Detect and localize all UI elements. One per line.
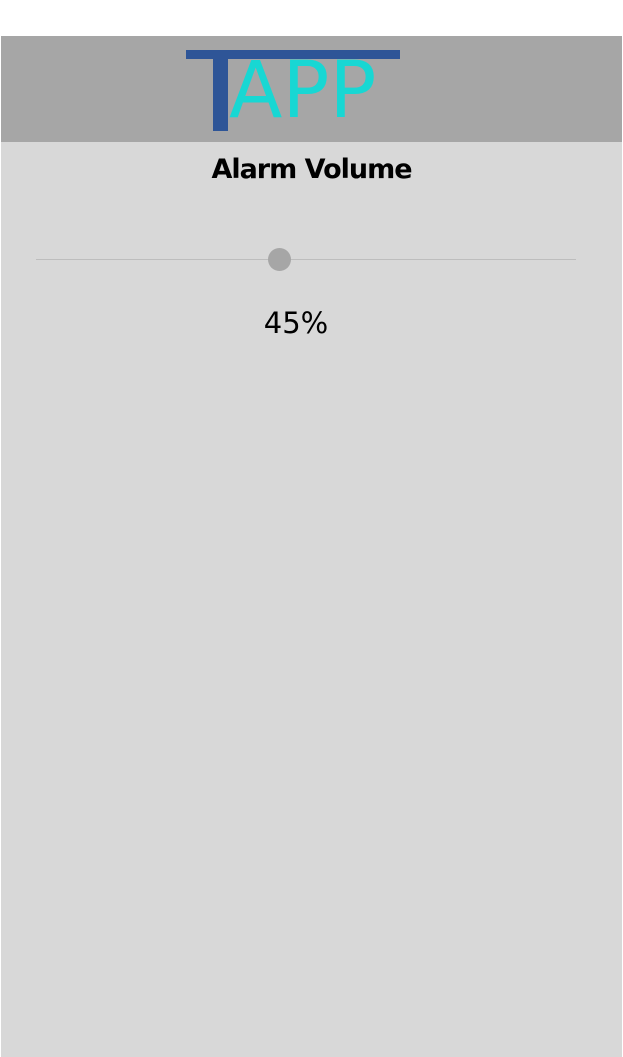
logo-t-stem: [213, 50, 228, 131]
volume-value-label: 45%: [263, 306, 329, 340]
slider-track[interactable]: [36, 259, 576, 260]
page-title: Alarm Volume: [211, 154, 412, 185]
app-screen: APP Alarm Volume 45%: [1, 36, 622, 1057]
app-header: APP: [1, 36, 622, 142]
slider-thumb[interactable]: [268, 248, 291, 271]
logo-letters: APP: [229, 46, 377, 136]
alarm-volume-slider[interactable]: [36, 244, 576, 274]
tapp-logo: APP: [185, 48, 401, 134]
